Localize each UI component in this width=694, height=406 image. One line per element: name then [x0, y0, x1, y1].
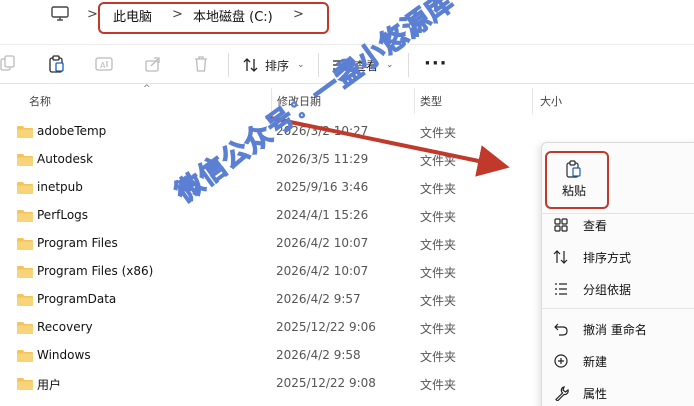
- table-row[interactable]: Program Files 2026/4/2 10:07 文件夹: [0, 230, 540, 258]
- folder-icon: [17, 322, 33, 334]
- column-header-type[interactable]: 类型: [420, 88, 442, 114]
- address-bar: > 此电脑 > 本地磁盘 (C:) >: [0, 0, 694, 40]
- menu-item-label: 分组依据: [583, 283, 632, 297]
- undo-icon: [554, 323, 568, 336]
- folder-icon: [17, 154, 33, 166]
- chevron-right-icon[interactable]: >: [87, 7, 98, 22]
- folder-icon: [17, 182, 33, 194]
- file-type: 文件夹: [420, 350, 457, 364]
- table-row[interactable]: inetpub 2025/9/16 3:46 文件夹: [0, 174, 540, 202]
- menu-item-properties[interactable]: 属性: [551, 382, 694, 404]
- toolbar-separator: [228, 53, 229, 77]
- menu-item-sort-by[interactable]: 排序方式: [551, 246, 694, 268]
- folder-icon: [17, 350, 33, 362]
- sort-icon: [243, 58, 258, 72]
- file-modified: 2026/4/2 10:07: [276, 236, 369, 250]
- paste-menu-label[interactable]: 粘贴: [562, 182, 586, 199]
- file-name: PerfLogs: [37, 208, 89, 222]
- file-modified: 2026/4/2 10:07: [276, 264, 369, 278]
- menu-item-label: 查看: [583, 219, 608, 233]
- file-type: 文件夹: [420, 182, 457, 196]
- file-type: 文件夹: [420, 294, 457, 308]
- menu-item-new[interactable]: 新建: [551, 350, 694, 372]
- menu-item-view[interactable]: 查看: [551, 214, 694, 236]
- menu-item-label: 撤消 重命名: [583, 323, 647, 337]
- table-row[interactable]: ProgramData 2026/4/2 9:57 文件夹: [0, 286, 540, 314]
- file-type: 文件夹: [420, 154, 457, 168]
- file-type: 文件夹: [420, 210, 457, 224]
- table-row[interactable]: PerfLogs 2024/4/1 15:26 文件夹: [0, 202, 540, 230]
- sort-icon: [553, 250, 568, 264]
- rename-icon[interactable]: A: [95, 55, 113, 73]
- file-type: 文件夹: [420, 238, 457, 252]
- paste-icon[interactable]: [566, 160, 582, 178]
- folder-icon: [17, 294, 33, 306]
- table-row[interactable]: 用户 2025/12/22 9:08 文件夹: [0, 370, 540, 398]
- chevron-right-icon[interactable]: >: [293, 7, 304, 22]
- column-divider[interactable]: [414, 88, 415, 114]
- chevron-down-icon: ⌄: [297, 60, 305, 70]
- file-type: 文件夹: [420, 266, 457, 280]
- this-pc-icon[interactable]: [50, 6, 70, 22]
- file-modified: 2025/12/22 9:06: [276, 320, 376, 334]
- grid-icon: [554, 218, 568, 232]
- folder-icon: [17, 266, 33, 278]
- copy-icon[interactable]: [0, 55, 18, 73]
- file-name: ProgramData: [37, 292, 117, 306]
- file-modified: 2024/4/1 15:26: [276, 208, 369, 222]
- share-icon[interactable]: [144, 55, 162, 73]
- chevron-right-icon[interactable]: >: [172, 7, 183, 22]
- file-modified: 2025/9/16 3:46: [276, 180, 369, 194]
- file-modified: 2026/4/2 9:58: [276, 348, 361, 362]
- svg-text:A: A: [100, 61, 106, 70]
- properties-icon: [555, 386, 569, 401]
- folder-icon: [17, 378, 33, 390]
- file-name: 用户: [37, 378, 62, 392]
- file-name: adobeTemp: [37, 124, 107, 138]
- folder-icon: [17, 210, 33, 222]
- more-options-icon[interactable]: ···: [424, 53, 448, 74]
- file-modified: 2026/3/5 11:29: [276, 152, 369, 166]
- column-header-size[interactable]: 大小: [540, 88, 562, 114]
- delete-icon[interactable]: [192, 55, 210, 73]
- file-name: Program Files: [37, 236, 118, 250]
- menu-separator: [541, 308, 694, 309]
- file-modified: 2026/4/2 9:57: [276, 292, 361, 306]
- paste-icon[interactable]: [48, 55, 66, 73]
- toolbar-separator: [408, 53, 409, 77]
- table-row[interactable]: Program Files (x86) 2026/4/2 10:07 文件夹: [0, 258, 540, 286]
- group-icon: [555, 283, 567, 295]
- file-name: Autodesk: [37, 152, 94, 166]
- breadcrumb-this-pc[interactable]: 此电脑: [113, 6, 152, 25]
- sort-label: 排序: [265, 58, 290, 73]
- table-row[interactable]: Windows 2026/4/2 9:58 文件夹: [0, 342, 540, 370]
- breadcrumb-local-disk[interactable]: 本地磁盘 (C:): [193, 6, 273, 25]
- file-name: inetpub: [37, 180, 83, 194]
- file-name: Windows: [37, 348, 91, 362]
- menu-item-group-by[interactable]: 分组依据: [551, 278, 694, 300]
- file-modified: 2025/12/22 9:08: [276, 376, 376, 390]
- file-type: 文件夹: [420, 322, 457, 336]
- menu-item-label: 属性: [583, 387, 608, 401]
- new-icon: [554, 354, 568, 368]
- column-header-name[interactable]: 名称: [29, 88, 51, 114]
- file-name: Recovery: [37, 320, 93, 334]
- sort-ascending-icon: ^: [143, 84, 151, 94]
- menu-item-undo-rename[interactable]: 撤消 重命名: [551, 318, 694, 340]
- file-name: Program Files (x86): [37, 264, 154, 278]
- table-row[interactable]: Recovery 2025/12/22 9:06 文件夹: [0, 314, 540, 342]
- menu-item-label: 排序方式: [583, 251, 632, 265]
- folder-icon: [17, 238, 33, 250]
- menu-item-label: 新建: [583, 355, 608, 369]
- file-type: 文件夹: [420, 378, 457, 392]
- file-type: 文件夹: [420, 126, 457, 140]
- sort-button[interactable]: 排序 ⌄: [243, 53, 305, 77]
- column-divider[interactable]: [532, 88, 533, 114]
- folder-icon: [17, 126, 33, 138]
